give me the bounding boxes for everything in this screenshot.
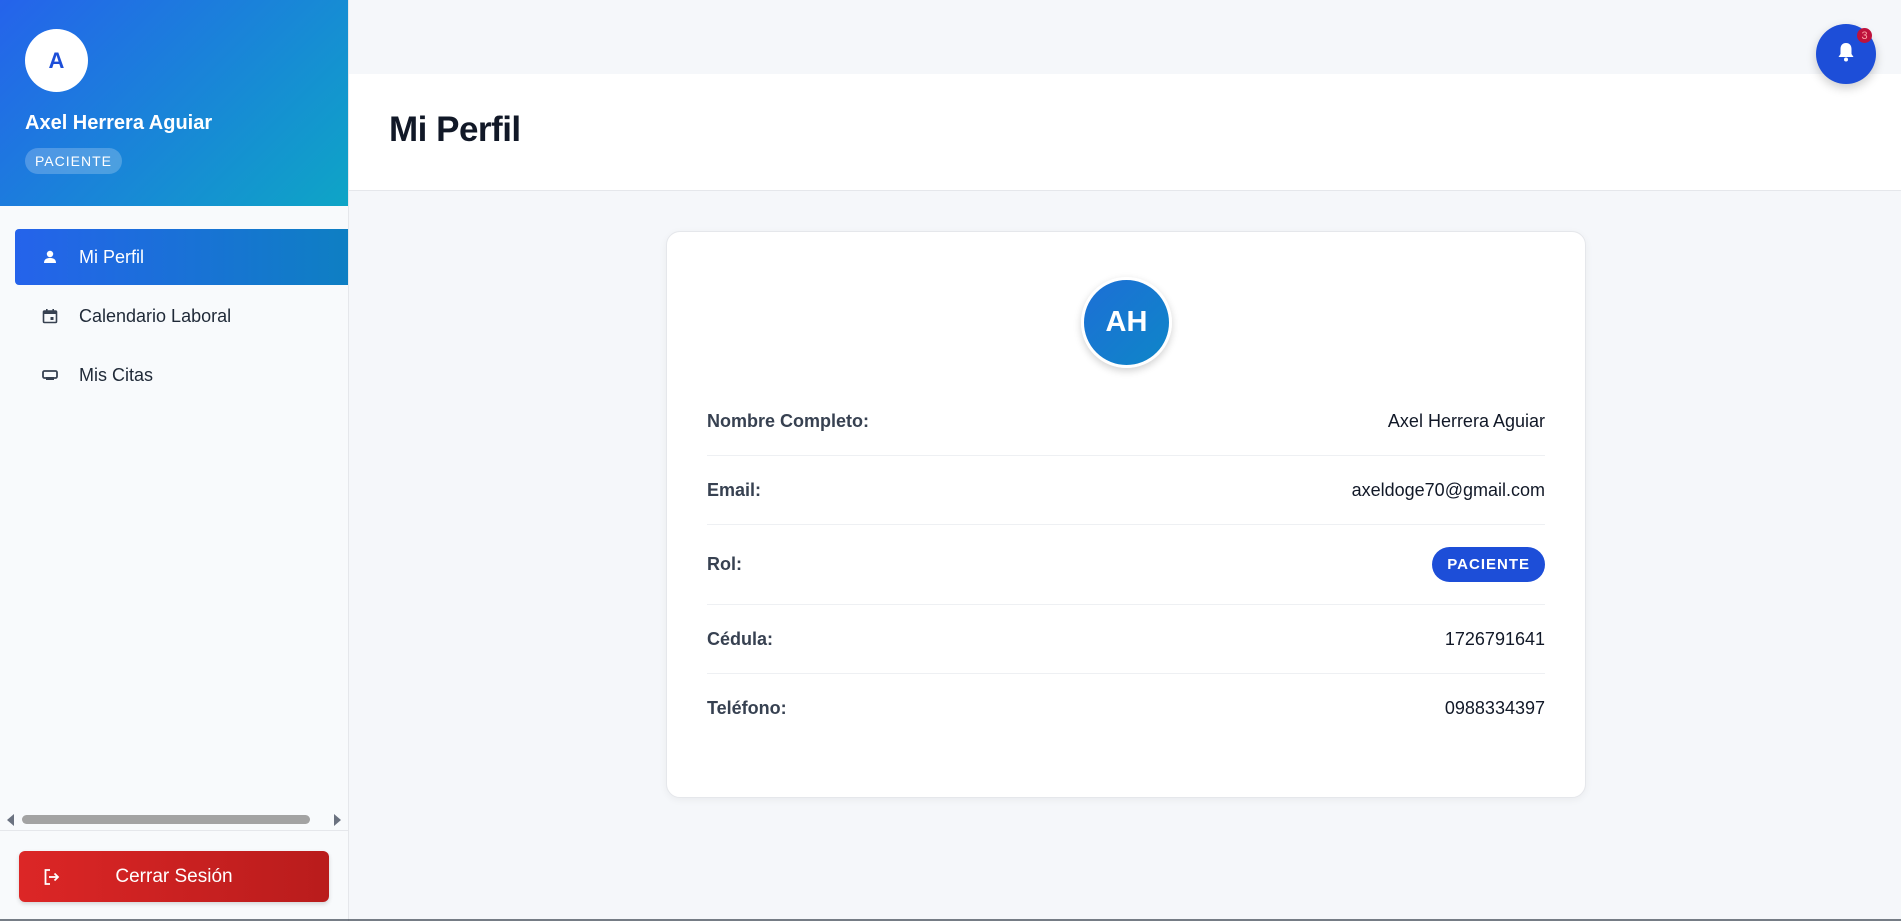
sidebar-item-label: Mis Citas — [79, 364, 154, 385]
top-bar — [349, 0, 1901, 74]
person-icon — [39, 246, 61, 268]
sidebar-nav: Mi Perfil Calendario Laboral Mis Citas — [0, 229, 348, 403]
field-label: Cédula: — [707, 628, 774, 649]
bell-icon — [1836, 41, 1856, 68]
profile-row-telefono: Teléfono: 0988334397 — [707, 674, 1545, 743]
profile-row-nombre: Nombre Completo: Axel Herrera Aguiar — [707, 387, 1545, 456]
sidebar-item-mis-citas[interactable]: Mis Citas — [15, 347, 348, 403]
sidebar-item-calendario-laboral[interactable]: Calendario Laboral — [15, 288, 348, 344]
logout-icon — [42, 867, 62, 887]
field-value: 1726791641 — [1444, 628, 1545, 649]
sidebar-item-label: Mi Perfil — [79, 246, 145, 267]
sidebar-user-header: A Axel Herrera Aguiar PACIENTE — [0, 0, 348, 206]
field-label: Rol: — [707, 554, 742, 574]
calendar-icon — [39, 305, 61, 327]
profile-avatar: AH — [1081, 277, 1172, 368]
appointment-icon — [39, 364, 61, 386]
logout-area: Cerrar Sesión — [0, 830, 349, 921]
field-value: 0988334397 — [1444, 698, 1545, 718]
field-value: axeldoge70@gmail.com — [1351, 479, 1545, 500]
notification-count-badge: 3 — [1857, 28, 1872, 43]
field-label: Email: — [707, 479, 762, 500]
user-avatar: A — [25, 29, 88, 92]
scrollbar-thumb[interactable] — [22, 815, 310, 824]
user-name: Axel Herrera Aguiar — [25, 112, 213, 134]
user-role-badge: PACIENTE — [25, 148, 122, 174]
profile-fields: Nombre Completo: Axel Herrera Aguiar Ema… — [707, 387, 1545, 743]
logout-label: Cerrar Sesión — [115, 865, 233, 887]
logout-button[interactable]: Cerrar Sesión — [19, 851, 329, 902]
field-label: Nombre Completo: — [707, 410, 869, 431]
scroll-right-icon[interactable] — [334, 814, 341, 826]
role-badge: PACIENTE — [1432, 547, 1545, 582]
field-label: Teléfono: — [707, 698, 787, 718]
page-title: Mi Perfil — [389, 110, 521, 149]
profile-card: AH Nombre Completo: Axel Herrera Aguiar … — [666, 231, 1586, 798]
field-value: Axel Herrera Aguiar — [1387, 410, 1545, 431]
profile-row-email: Email: axeldoge70@gmail.com — [707, 456, 1545, 525]
sidebar: A Axel Herrera Aguiar PACIENTE Mi Perfil… — [0, 0, 349, 921]
scroll-left-icon[interactable] — [7, 814, 14, 826]
sidebar-item-label: Calendario Laboral — [79, 305, 232, 326]
page-header: Mi Perfil — [349, 74, 1901, 191]
notifications-button[interactable]: 3 — [1816, 24, 1876, 84]
app-window: A Axel Herrera Aguiar PACIENTE Mi Perfil… — [0, 0, 1901, 921]
sidebar-item-mi-perfil[interactable]: Mi Perfil — [15, 229, 348, 285]
profile-row-cedula: Cédula: 1726791641 — [707, 605, 1545, 674]
sidebar-horizontal-scrollbar[interactable] — [4, 810, 344, 828]
profile-row-rol: Rol: PACIENTE — [707, 525, 1545, 605]
